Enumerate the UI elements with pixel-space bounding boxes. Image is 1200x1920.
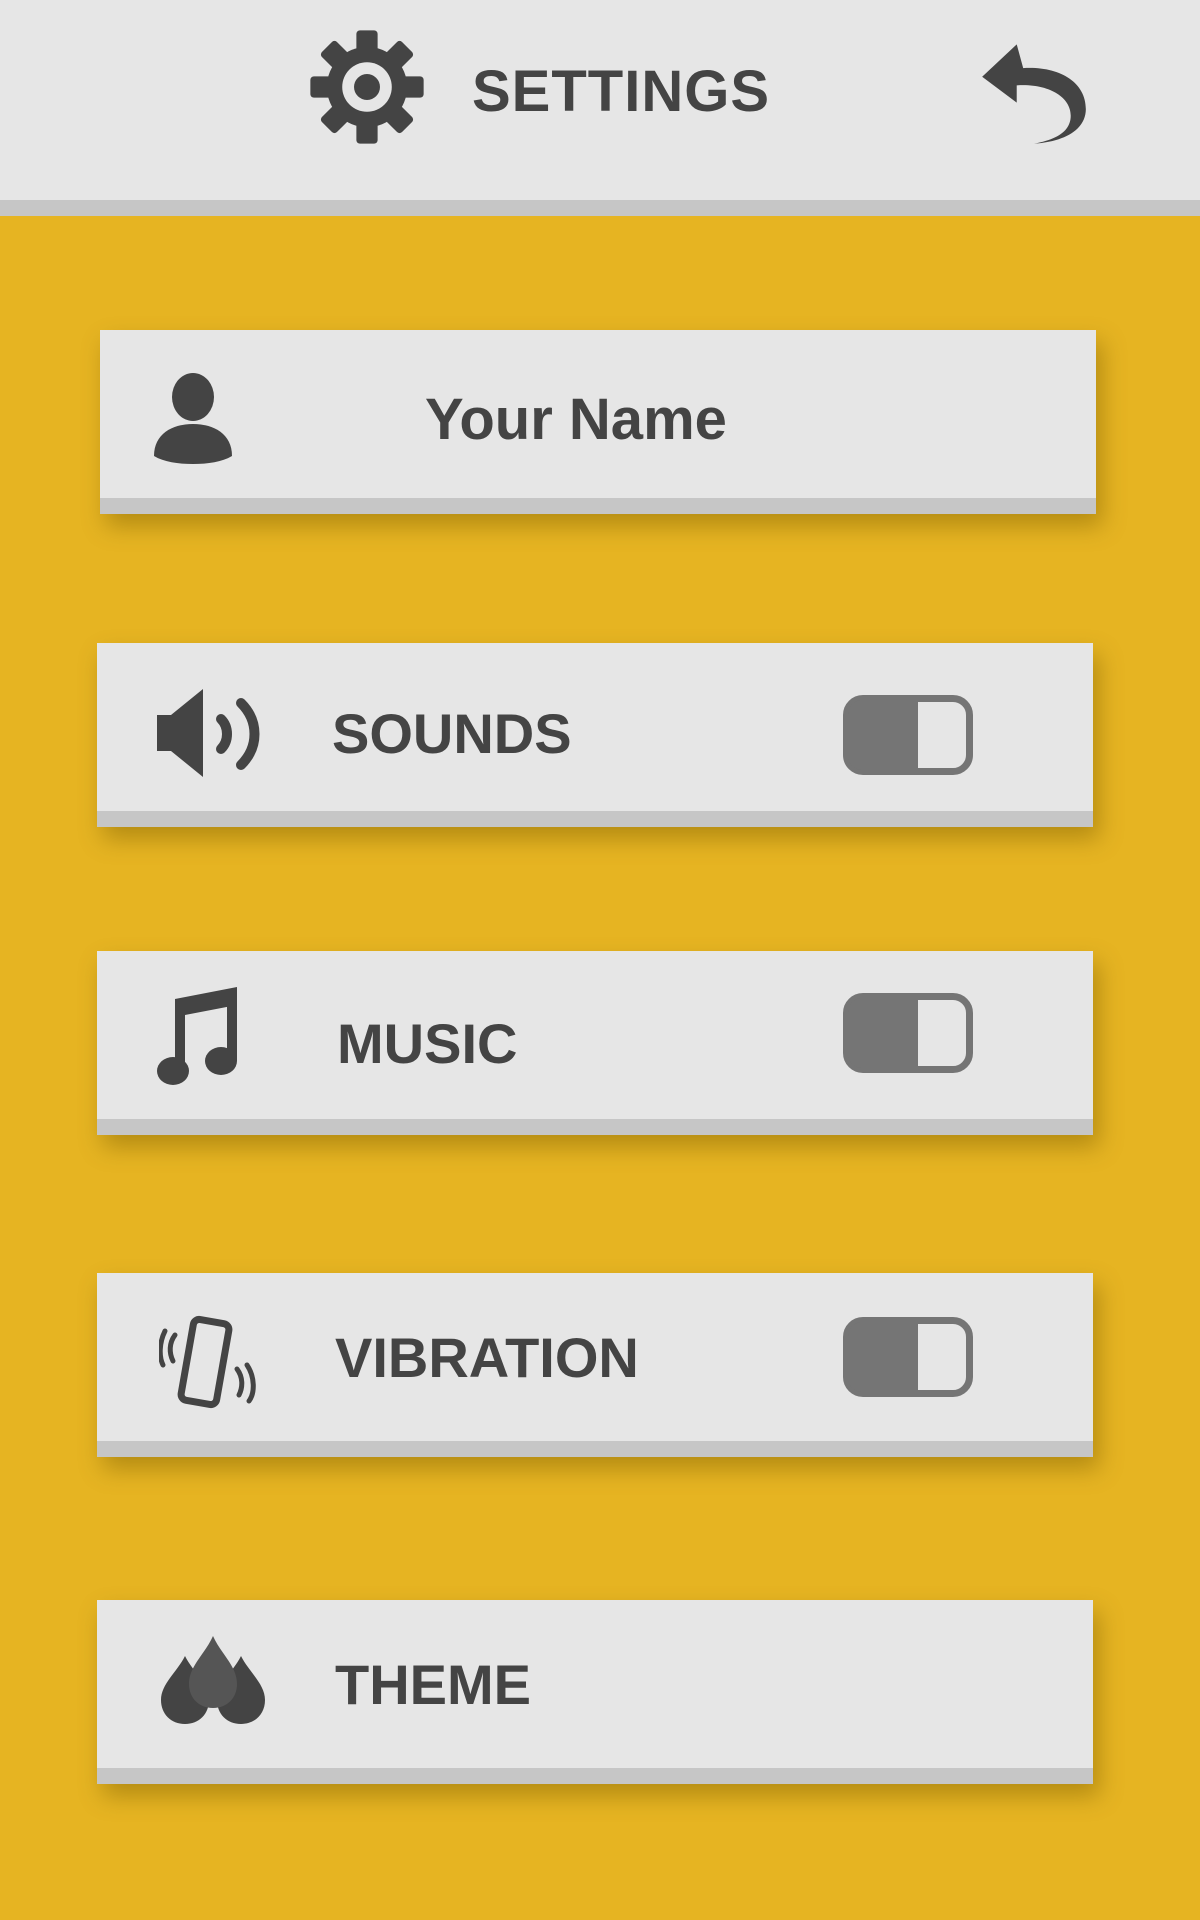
music-setting-row[interactable]: MUSIC <box>97 951 1093 1135</box>
header-bar: SETTINGS <box>0 0 1200 200</box>
music-toggle-knob <box>848 998 918 1068</box>
page-title: SETTINGS <box>472 59 771 124</box>
theme-label: THEME <box>335 1653 531 1716</box>
sounds-setting-row[interactable]: SOUNDS <box>97 643 1093 827</box>
vibration-label: VIBRATION <box>335 1326 639 1389</box>
theme-setting-row[interactable]: THEME <box>97 1600 1093 1784</box>
profile-name-card[interactable]: Your Name <box>100 330 1096 514</box>
music-note-icon <box>157 987 237 1085</box>
music-label: MUSIC <box>337 1012 518 1075</box>
speaker-icon <box>157 689 260 777</box>
music-toggle[interactable] <box>843 993 973 1073</box>
vibration-setting-row[interactable]: VIBRATION <box>97 1273 1093 1457</box>
user-icon <box>154 373 232 464</box>
sounds-toggle-knob <box>848 700 918 770</box>
sounds-label: SOUNDS <box>332 702 572 765</box>
vibration-toggle-knob <box>848 1322 918 1392</box>
header-divider <box>0 200 1200 216</box>
drops-icon <box>161 1636 265 1724</box>
vibrating-phone-icon <box>159 1315 256 1409</box>
back-arrow-icon[interactable] <box>980 38 1088 150</box>
sounds-toggle[interactable] <box>843 695 973 775</box>
vibration-toggle[interactable] <box>843 1317 973 1397</box>
profile-name-label: Your Name <box>425 387 727 452</box>
gear-icon <box>310 30 424 144</box>
